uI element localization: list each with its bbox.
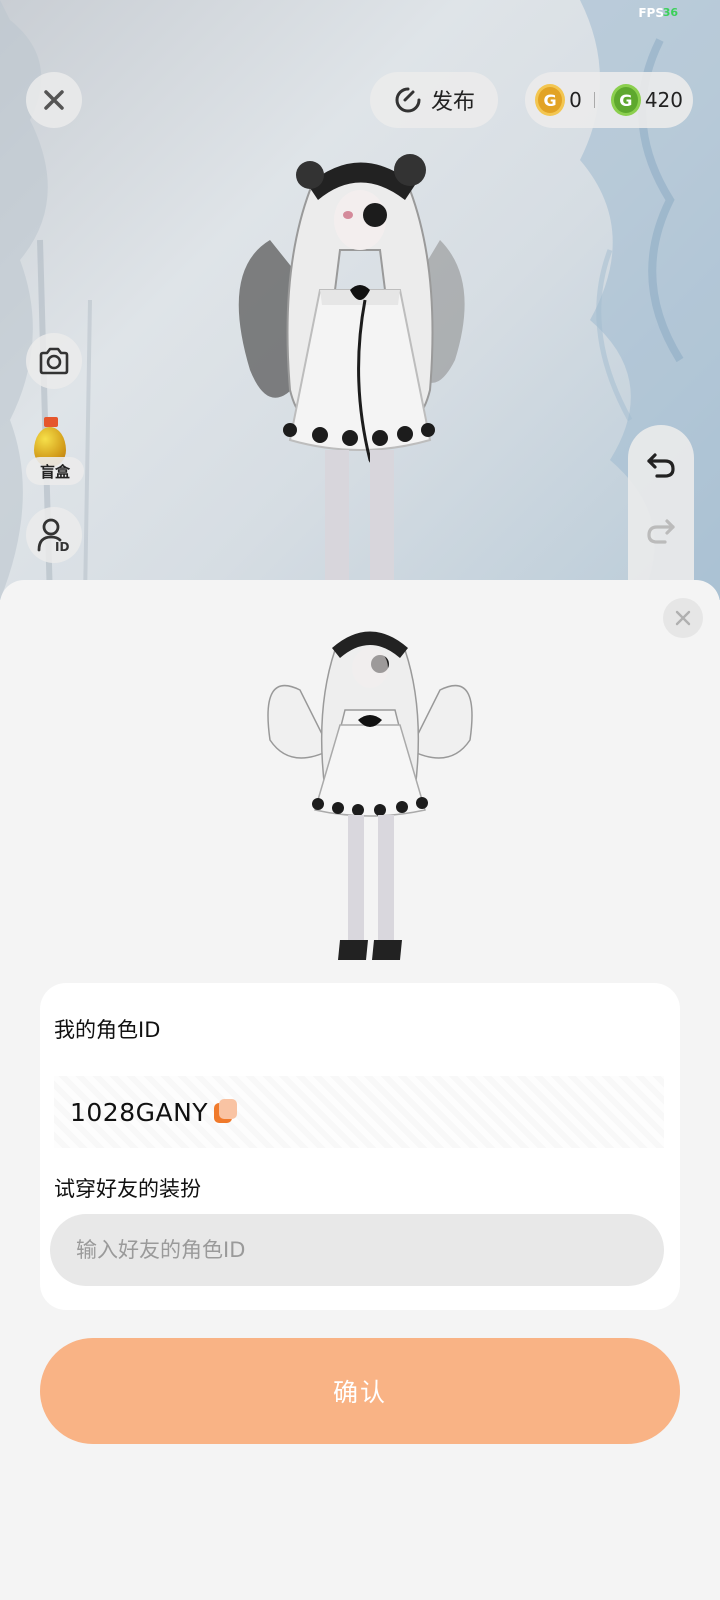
blindbox-button[interactable]: 盲盒 — [26, 415, 86, 485]
my-role-id-value: 1028GANY — [70, 1097, 209, 1127]
blindbox-flag-icon — [44, 417, 58, 427]
green-coin-icon: G — [610, 84, 641, 116]
my-role-id-row: 1028GANY — [54, 1076, 664, 1148]
redo-icon[interactable] — [645, 515, 677, 547]
publish-icon — [395, 87, 421, 113]
user-id-icon: ID — [37, 518, 69, 553]
role-id-button[interactable]: ID — [26, 507, 82, 563]
avatar-character[interactable] — [230, 130, 490, 600]
undo-icon[interactable] — [645, 449, 677, 481]
publish-label: 发布 — [430, 90, 475, 115]
close-icon — [675, 610, 691, 626]
gold-amount: 0 — [569, 88, 582, 112]
try-on-label: 试穿好友的装扮 — [54, 1177, 201, 1201]
confirm-button[interactable]: 确认 — [40, 1338, 680, 1444]
currency-balance[interactable]: G 0 G 420 — [525, 72, 693, 128]
currency-divider — [593, 92, 595, 108]
close-button[interactable] — [26, 72, 82, 128]
copy-icon[interactable] — [214, 1099, 240, 1125]
friend-role-id-input[interactable] — [50, 1214, 664, 1286]
gold-coin-icon: G — [535, 84, 566, 116]
avatar-preview — [267, 631, 473, 960]
fps-label: FPS — [638, 6, 664, 20]
camera-button[interactable] — [26, 333, 82, 389]
svg-text:ID: ID — [55, 540, 69, 553]
close-icon — [44, 90, 64, 110]
publish-button[interactable]: 发布 — [370, 72, 498, 128]
blindbox-label: 盲盒 — [26, 457, 84, 485]
green-amount: 420 — [644, 88, 683, 112]
fps-value: 36 — [662, 6, 678, 19]
history-panel — [628, 425, 694, 605]
camera-icon — [39, 347, 69, 375]
sheet-close-button[interactable] — [663, 598, 703, 638]
my-role-id-label: 我的角色ID — [54, 1018, 161, 1042]
